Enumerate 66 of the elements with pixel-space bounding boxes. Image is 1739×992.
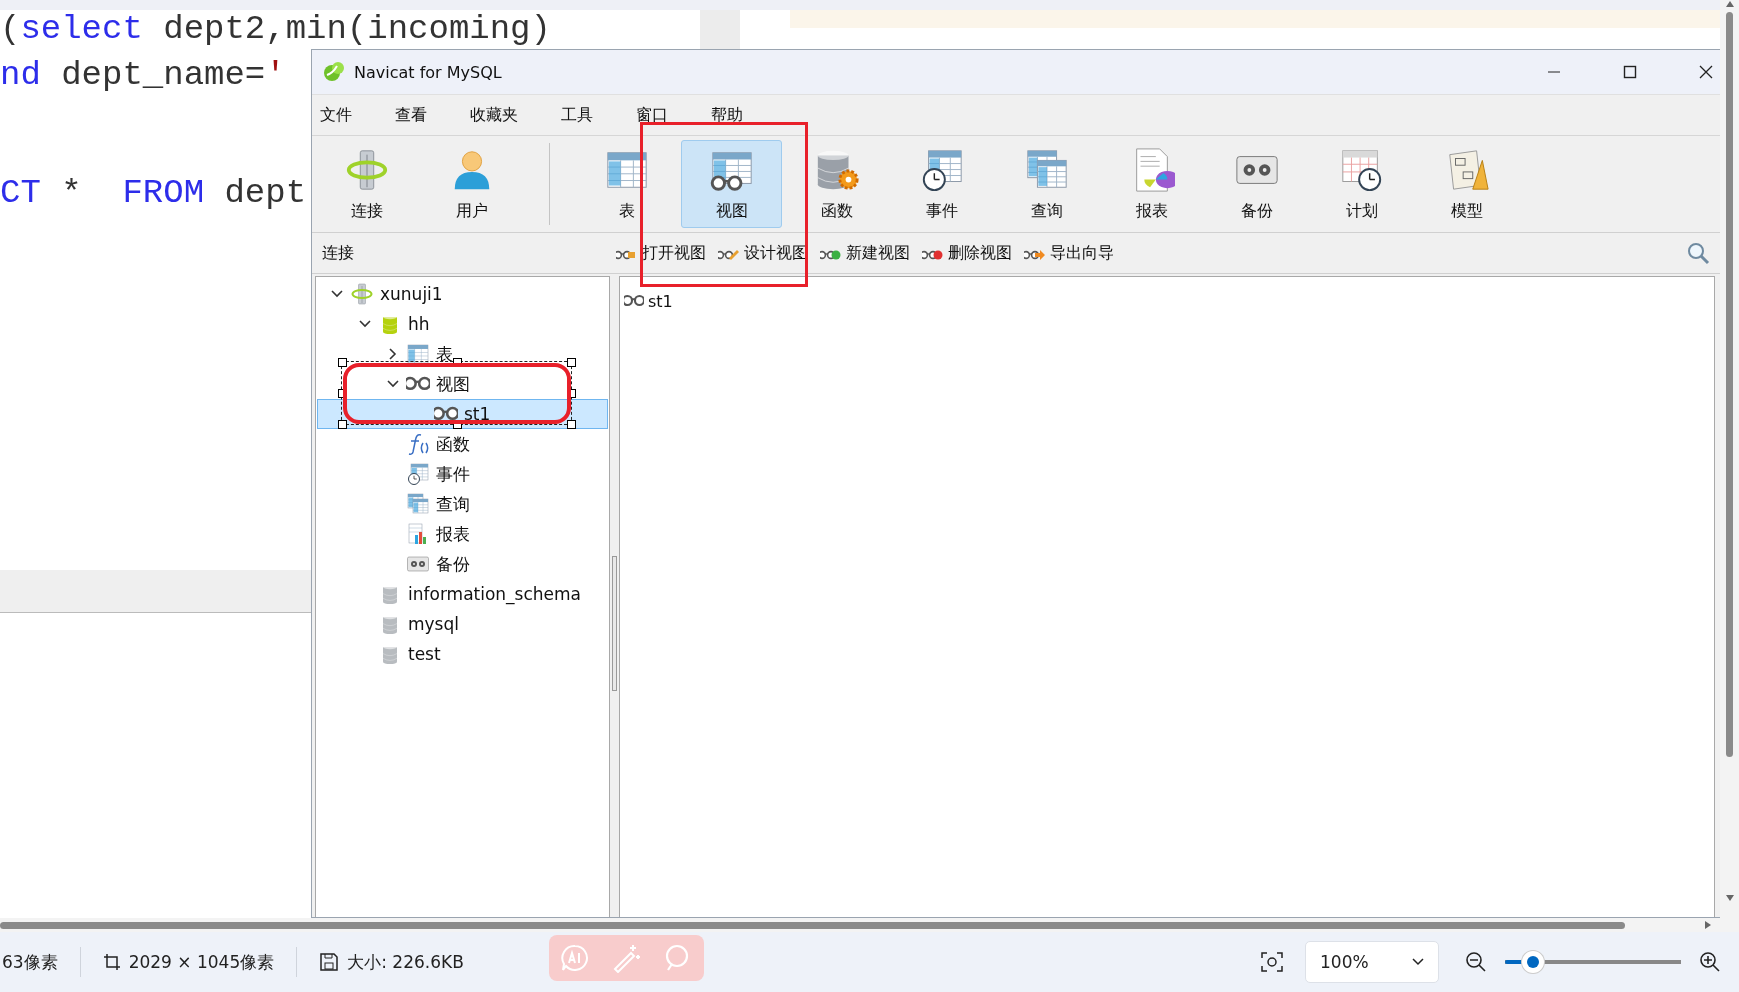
calendar-clock-icon [406, 462, 430, 486]
toolbar-button[interactable]: 模型 [1416, 140, 1517, 228]
tables-icon [406, 492, 430, 516]
horizontal-scrollbar[interactable] [0, 918, 1720, 932]
tree-item[interactable]: 函数 [436, 432, 470, 456]
zoom-out-icon[interactable] [1465, 951, 1487, 973]
tree-item[interactable]: 备份 [436, 552, 470, 576]
tree-item[interactable]: 查询 [436, 492, 470, 516]
toolbar-button[interactable]: 视图 [681, 140, 782, 228]
panel-title: 连接 [321, 242, 355, 264]
toolbar-button[interactable]: 用户 [421, 140, 522, 228]
action-button[interactable]: 删除视图 [922, 242, 1024, 264]
close-icon[interactable] [1699, 65, 1713, 79]
file-size: 大小: 226.6KB [347, 950, 464, 974]
toolbar-button[interactable]: 查询 [996, 140, 1097, 228]
code-line: (select dept2,min(incoming) [0, 10, 551, 48]
app-logo-icon [322, 60, 346, 84]
connection-icon [350, 282, 374, 306]
toolbar-button[interactable]: 计划 [1311, 140, 1412, 228]
toolbar-button[interactable]: 备份 [1206, 140, 1307, 228]
menu-item[interactable]: 窗口 [636, 105, 668, 125]
tree-item[interactable]: information_schema [408, 584, 582, 604]
tree-item[interactable]: mysql [408, 614, 459, 634]
tree-item[interactable]: 视图 [436, 372, 470, 396]
table-icon [406, 342, 430, 366]
toolbar-button[interactable]: 连接 [316, 140, 417, 228]
search-icon[interactable] [1686, 241, 1710, 265]
code-line: CT * FROM dept [0, 173, 307, 213]
tree-item[interactable]: 事件 [436, 462, 470, 486]
zoom-in-icon[interactable] [1699, 951, 1721, 973]
menu-item[interactable]: 帮助 [711, 105, 743, 125]
vertical-scrollbar[interactable] [1720, 0, 1739, 932]
tree-item[interactable]: st1 [464, 404, 491, 424]
crop-frame-icon [102, 953, 121, 971]
function-icon [406, 432, 430, 456]
toolbar-button[interactable]: 报表 [1101, 140, 1202, 228]
slider-thumb[interactable] [1522, 951, 1545, 973]
toolbar-button[interactable]: 表 [576, 140, 677, 228]
pixel-info: 63像素 [2, 950, 58, 974]
screenshot-icon[interactable] [1261, 952, 1283, 972]
tree-item[interactable]: hh [408, 314, 430, 334]
menu-item[interactable]: 文件 [320, 105, 352, 125]
tree-item[interactable]: 报表 [436, 522, 470, 546]
splitter-handle[interactable] [612, 556, 617, 691]
window-title: Navicat for MySQL [354, 62, 502, 82]
maximize-icon[interactable] [1623, 65, 1637, 79]
menu-item[interactable]: 查看 [395, 105, 427, 125]
menu-item[interactable]: 收藏夹 [470, 105, 518, 125]
image-dimensions: 2029 × 1045像素 [128, 950, 275, 974]
toolbar-button[interactable]: 函数 [786, 140, 887, 228]
caret-icon [1412, 958, 1424, 966]
scroll-down-icon[interactable] [1724, 894, 1735, 902]
action-button[interactable]: 打开视图 [616, 242, 718, 264]
menu-item[interactable]: 工具 [561, 105, 593, 125]
save-icon [319, 952, 340, 972]
scroll-up-icon[interactable] [1724, 0, 1735, 8]
tree-item[interactable]: xunuji1 [380, 284, 443, 304]
action-button[interactable]: 导出向导 [1024, 242, 1126, 264]
object-item[interactable]: st1 [624, 291, 1710, 311]
tree-item[interactable]: test [408, 644, 441, 664]
toolbar-button[interactable]: 事件 [891, 140, 992, 228]
scroll-right-icon[interactable] [1704, 920, 1712, 930]
code-line: nd dept_name=' [0, 55, 286, 95]
zoom-dropdown[interactable]: 100% [1305, 941, 1439, 983]
action-button[interactable]: 新建视图 [820, 242, 922, 264]
tree-item[interactable]: 表 [436, 342, 453, 366]
